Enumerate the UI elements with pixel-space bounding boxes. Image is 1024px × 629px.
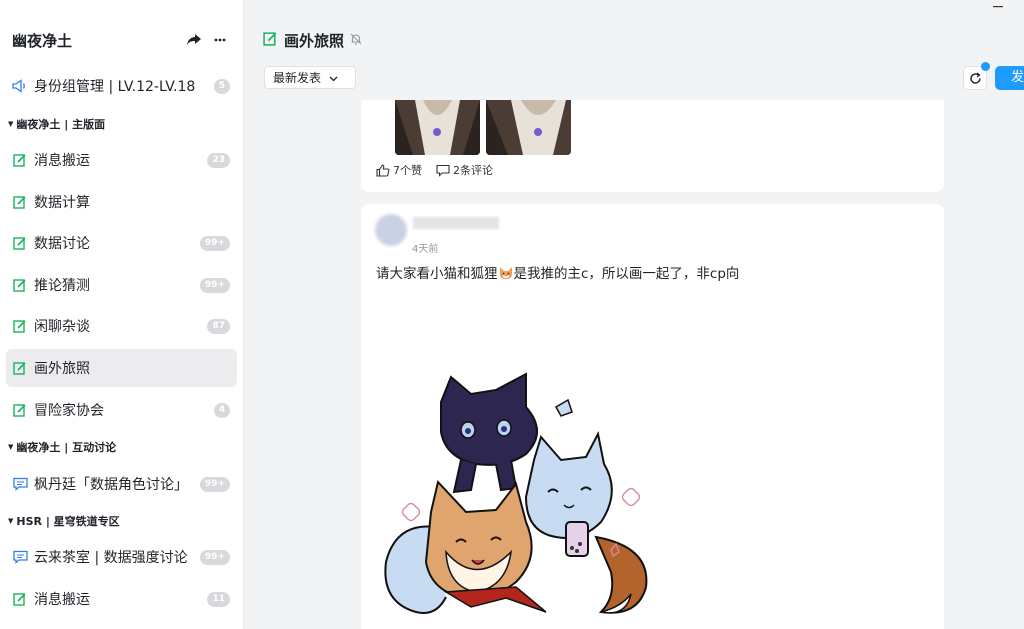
- new-indicator-dot: [981, 62, 990, 71]
- collapse-arrow-icon: ▼: [8, 120, 14, 128]
- unread-badge: 99+: [199, 277, 230, 293]
- thumbs-up-icon: [376, 163, 390, 177]
- channel-title: 画外旅照: [284, 32, 345, 50]
- post-text-part: 请大家看小猫和狐狸: [376, 266, 498, 282]
- collapse-arrow-icon: ▼: [8, 443, 14, 451]
- post-illustration-image[interactable]: [376, 372, 666, 629]
- channel-item-role-management[interactable]: 身份组管理 | LV.12-LV.18 5: [6, 67, 237, 105]
- share-icon[interactable]: [183, 29, 205, 51]
- channel-label: 数据讨论: [34, 236, 90, 252]
- window-minimize-button[interactable]: [990, 0, 1006, 14]
- channel-item[interactable]: 云来茶室 | 数据强度讨论 99+: [6, 538, 237, 576]
- unread-badge: 99+: [199, 235, 230, 251]
- collapse-arrow-icon: ▼: [8, 517, 14, 525]
- channel-item[interactable]: 数据讨论 99+: [6, 224, 237, 262]
- channel-label: 冒险家协会: [34, 403, 104, 419]
- group-title: 幽夜净土 | 主版面: [16, 118, 106, 131]
- like-count: 7个赞: [393, 164, 422, 177]
- unread-badge: 23: [207, 152, 230, 168]
- new-post-button[interactable]: 发: [995, 66, 1024, 90]
- channel-item[interactable]: 冒险家协会 4: [6, 391, 237, 429]
- channel-item[interactable]: 消息搬运 11: [6, 580, 237, 618]
- chat-channel-icon: [12, 549, 28, 565]
- channel-group-hsr[interactable]: ▼ HSR | 星穹铁道专区: [8, 513, 120, 529]
- channel-label: 推论猜测: [34, 278, 90, 294]
- post-channel-icon: [12, 318, 28, 334]
- fox-emoji-icon: [498, 266, 514, 280]
- post-channel-icon: [12, 235, 28, 251]
- refresh-button[interactable]: [963, 62, 990, 90]
- channel-label: 身份组管理 | LV.12-LV.18: [34, 79, 196, 95]
- post-timestamp: 4天前: [412, 244, 439, 255]
- post-text-part: 是我推的主c，所以画一起了，非cp向: [513, 266, 740, 282]
- post-stats: 7个赞 2条评论: [376, 162, 507, 178]
- like-button[interactable]: 7个赞: [376, 162, 422, 178]
- comment-button[interactable]: 2条评论: [436, 162, 493, 178]
- sort-label: 最新发表: [273, 71, 322, 85]
- channel-label: 闲聊杂谈: [34, 319, 90, 335]
- unread-badge: 5: [213, 78, 230, 94]
- post-image-thumbnail[interactable]: [486, 100, 571, 155]
- channel-label: 数据计算: [34, 195, 90, 211]
- post-card[interactable]: 7个赞 2条评论: [361, 100, 944, 192]
- announcement-icon: [12, 78, 28, 94]
- black-cat-drawing: [440, 372, 538, 494]
- post-channel-icon: [12, 360, 28, 376]
- post-channel-icon: [12, 591, 28, 607]
- unread-badge: 4: [213, 402, 230, 418]
- channel-title-row: 画外旅照: [263, 30, 363, 51]
- group-title: 幽夜净土 | 互动讨论: [16, 441, 117, 454]
- post-channel-icon: [12, 152, 28, 168]
- post-card[interactable]: 4天前 请大家看小猫和狐狸 是我推的主c，所以画一起了，非cp向: [361, 204, 944, 629]
- author-name-blurred[interactable]: [413, 217, 499, 229]
- unread-badge: 99+: [199, 549, 230, 565]
- blue-cat-drawing: [524, 398, 613, 557]
- comment-count: 2条评论: [453, 164, 493, 177]
- channel-header: 画外旅照 最新发表: [245, 0, 1024, 100]
- channel-label: 画外旅照: [34, 361, 90, 377]
- channel-item[interactable]: 数据计算: [6, 183, 237, 221]
- channel-sidebar: 幽夜净土 身份组管理 | LV.12-LV.18 5 ▼ 幽夜净土 | 主版面 …: [0, 0, 244, 629]
- server-name: 幽夜净土: [12, 31, 73, 50]
- channel-label: 枫丹廷「数据角色讨论」: [34, 477, 188, 493]
- post-channel-icon: [12, 194, 28, 210]
- channel-group-main[interactable]: ▼ 幽夜净土 | 主版面: [8, 116, 105, 132]
- chevron-down-icon: [329, 71, 338, 85]
- channel-label: 云来茶室 | 数据强度讨论: [34, 550, 188, 566]
- notification-muted-icon[interactable]: [349, 31, 363, 50]
- channel-item-active[interactable]: 画外旅照: [6, 349, 237, 387]
- channel-label: 消息搬运: [34, 153, 90, 169]
- avatar[interactable]: [375, 214, 407, 246]
- refresh-icon: [969, 71, 981, 84]
- post-image-thumbnail[interactable]: [395, 100, 480, 155]
- channel-label: 消息搬运: [34, 592, 90, 608]
- channel-group-interaction[interactable]: ▼ 幽夜净土 | 互动讨论: [8, 439, 116, 455]
- unread-badge: 11: [207, 591, 230, 607]
- post-channel-icon: [12, 402, 28, 418]
- channel-item[interactable]: 消息搬运 23: [6, 141, 237, 179]
- comment-icon: [436, 164, 450, 177]
- sort-dropdown[interactable]: 最新发表: [264, 66, 356, 89]
- unread-badge: 87: [207, 318, 230, 334]
- chat-channel-icon: [12, 476, 28, 492]
- channel-item[interactable]: 枫丹廷「数据角色讨论」 99+: [6, 465, 237, 503]
- more-options-icon[interactable]: [209, 29, 231, 51]
- post-content: 请大家看小猫和狐狸 是我推的主c，所以画一起了，非cp向: [376, 262, 739, 282]
- post-channel-icon: [12, 277, 28, 293]
- post-channel-icon: [263, 31, 278, 50]
- unread-badge: 99+: [199, 476, 230, 492]
- channel-item[interactable]: 闲聊杂谈 87: [6, 307, 237, 345]
- group-title: HSR | 星穹铁道专区: [16, 515, 120, 528]
- channel-item[interactable]: 推论猜测 99+: [6, 266, 237, 304]
